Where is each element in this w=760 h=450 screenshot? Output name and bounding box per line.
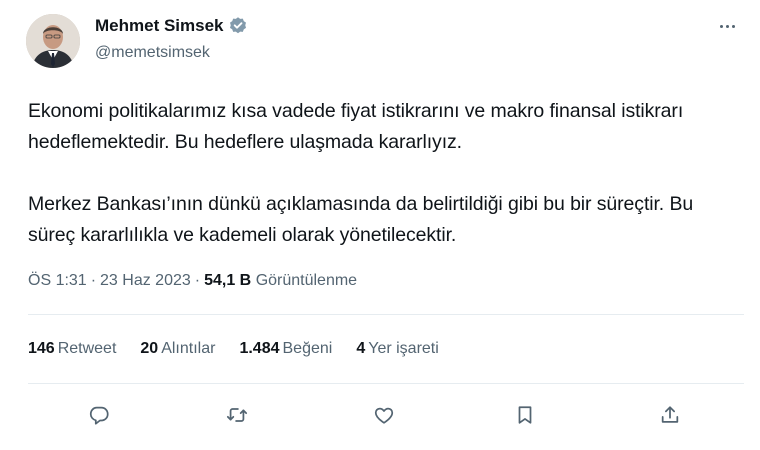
stat-count: 4 (356, 340, 366, 357)
divider (28, 383, 744, 384)
like-icon (374, 407, 394, 424)
avatar[interactable] (26, 14, 80, 68)
views-count: 54,1 B (204, 272, 252, 289)
more-dot-icon (719, 24, 723, 28)
more-options-button[interactable] (712, 14, 742, 38)
verified-badge-icon (228, 16, 248, 36)
views-label: Görüntülenme (255, 272, 358, 289)
meta-separator: · (194, 272, 201, 289)
share-button[interactable] (655, 400, 685, 430)
tweet-paragraph: Merkez Bankası’ının dünkü açıklamasında … (28, 193, 694, 246)
stat-label: Alıntılar (161, 340, 216, 357)
like-button[interactable] (369, 400, 399, 430)
stat-count: 20 (140, 340, 159, 357)
retweet-button[interactable] (222, 400, 252, 430)
author-handle[interactable]: @memetsimsek (95, 44, 210, 62)
stat-bookmarks[interactable]: 4 Yer işareti (356, 340, 438, 358)
stat-likes[interactable]: 1.484 Beğeni (239, 340, 332, 358)
author-name-row: Mehmet Simsek (95, 16, 248, 36)
stat-label: Yer işareti (368, 340, 439, 357)
reply-button[interactable] (84, 400, 114, 430)
divider (28, 314, 744, 315)
share-icon (661, 406, 679, 423)
stat-quotes[interactable]: 20 Alıntılar (140, 340, 215, 358)
retweet-icon (226, 408, 248, 422)
tweet-time[interactable]: ÖS 1:31 (28, 272, 87, 289)
bookmark-button[interactable] (510, 400, 540, 430)
stat-retweets[interactable]: 146 Retweet (28, 340, 116, 358)
stat-label: Retweet (57, 340, 117, 357)
tweet-date[interactable]: 23 Haz 2023 (100, 272, 191, 289)
more-dot-icon (725, 24, 729, 28)
more-dot-icon (731, 24, 735, 28)
stat-count: 146 (28, 340, 55, 357)
tweet-meta: ÖS 1:31 · 23 Haz 2023 · 54,1 B Görüntülenme (28, 272, 357, 290)
engagement-stats: 146 Retweet 20 Alıntılar 1.484 Beğeni 4 Yer … (28, 340, 463, 358)
reply-icon (89, 406, 109, 425)
display-name[interactable]: Mehmet Simsek (95, 16, 224, 36)
bookmark-icon (518, 406, 532, 424)
tweet: Mehmet Simsek @memetsimsek Ekonomi polit… (0, 0, 760, 450)
stat-label: Beğeni (282, 340, 333, 357)
tweet-text: Ekonomi politikalarımız kısa vadede fiya… (28, 96, 728, 251)
meta-separator: · (90, 272, 97, 289)
stat-count: 1.484 (239, 340, 280, 357)
tweet-paragraph: Ekonomi politikalarımız kısa vadede fiya… (28, 100, 684, 153)
action-bar (0, 400, 760, 430)
